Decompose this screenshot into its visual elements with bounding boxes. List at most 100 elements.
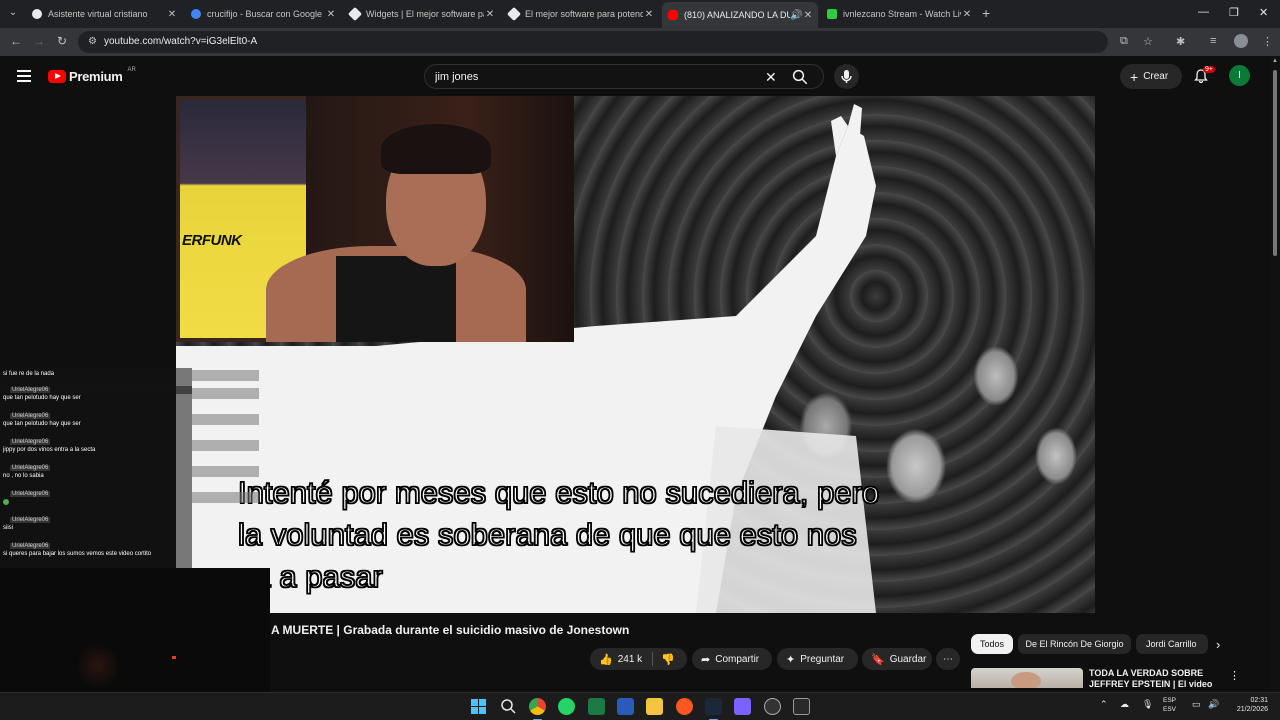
account-avatar[interactable]: I [1229, 65, 1250, 86]
tab-google-search[interactable]: crucifijo - Buscar con Google ✕ [185, 4, 341, 24]
obs-icon[interactable] [764, 698, 781, 715]
streamer-tank-top [336, 256, 456, 342]
save-button[interactable]: 🔖 Guardar [862, 648, 932, 670]
brave-icon[interactable] [676, 698, 693, 715]
close-tab-icon[interactable]: ✕ [166, 9, 178, 20]
more-actions-button[interactable]: ⋯ [936, 648, 960, 670]
address-bar[interactable]: ⚙ youtube.com/watch?v=iG3elElt0-A [78, 31, 1108, 53]
close-tab-icon[interactable]: ✕ [802, 10, 814, 21]
search-icon[interactable] [500, 698, 517, 715]
whatsapp-icon[interactable] [558, 698, 575, 715]
search-input[interactable] [435, 69, 755, 85]
share-button[interactable]: ➦ Compartir [692, 648, 772, 670]
close-tab-icon[interactable]: ✕ [484, 9, 496, 20]
windows-start-icon[interactable] [470, 698, 487, 715]
keyboard-layout: ESV [1163, 706, 1177, 713]
chat-text: que tan pelotudo hay que ser [3, 421, 81, 427]
scrollbar-thumb[interactable] [1273, 70, 1277, 256]
menu-icon[interactable] [17, 70, 31, 85]
microphone-icon[interactable] [834, 64, 859, 89]
bookmark-star-icon[interactable]: ☆ [1143, 35, 1153, 48]
recommendation-thumbnail[interactable] [971, 668, 1083, 688]
close-window-icon[interactable]: ✕ [1259, 6, 1268, 19]
reload-icon[interactable]: ↻ [57, 34, 67, 48]
search-icon[interactable] [791, 68, 809, 86]
chat-text: si queres para bajar los sumos vemos est… [3, 551, 152, 557]
like-count[interactable]: 241 k [618, 654, 642, 665]
back-icon[interactable]: ← [10, 34, 22, 48]
scroll-up-arrow-icon[interactable]: ▲ [1272, 58, 1278, 64]
tab-search-icon[interactable]: ⌄ [6, 5, 20, 21]
chat-bar [192, 414, 259, 425]
chat-message: UrielAlegre06 que tan pelotudo hay que s… [0, 412, 260, 438]
chip-jordi-carrillo[interactable]: Jordi Carrillo [1136, 634, 1208, 654]
tab-title: El mejor software para potencia [525, 9, 643, 19]
forward-icon[interactable]: → [33, 34, 45, 48]
language-indicator[interactable]: ESP ESV [1163, 696, 1176, 714]
chat-bar [192, 492, 259, 503]
profile-avatar[interactable] [1234, 34, 1248, 48]
page-scrollbar[interactable] [1270, 56, 1280, 692]
diamond-icon [506, 6, 522, 22]
extensions-icon[interactable]: ✱ [1176, 35, 1185, 48]
network-icon[interactable]: ▭ [1192, 699, 1201, 710]
close-tab-icon[interactable]: ✕ [961, 9, 973, 20]
streamer-hair [381, 124, 491, 174]
create-button[interactable]: + Crear [1120, 64, 1182, 89]
close-tab-icon[interactable]: ✕ [643, 9, 655, 20]
tab-software[interactable]: El mejor software para potencia ✕ [503, 4, 659, 24]
url-text[interactable]: youtube.com/watch?v=iG3elElt0-A [104, 36, 257, 47]
screen: ⌄ Asistente virtual cristiano ✕ crucifij… [0, 0, 1280, 720]
browser-menu-icon[interactable]: ⋮ [1262, 35, 1273, 48]
chat-username: UrielAlegre06 [10, 387, 51, 393]
chat-text: no , no lo sabia [3, 473, 44, 479]
divider [652, 652, 654, 666]
volume-icon[interactable]: 🔊 [1208, 699, 1219, 710]
ask-button[interactable]: ✦ Preguntar [777, 648, 858, 670]
video-player[interactable]: ERFUNK Intenté por meses que esto no suc… [176, 96, 1095, 613]
tab-youtube-active[interactable]: (810) ANALIZANDO LA DU 🔊 ✕ [662, 2, 818, 28]
minimize-icon[interactable]: — [1198, 6, 1209, 18]
site-info-icon[interactable]: ⚙ [88, 36, 97, 47]
country-code: AR [127, 66, 136, 73]
reading-list-icon[interactable]: ≡ [1210, 35, 1216, 47]
epic-games-icon[interactable] [793, 698, 810, 715]
led-light [172, 656, 176, 659]
speaker-icon[interactable]: 🔊 [790, 10, 802, 21]
chat-username: UrielAlegre06 [10, 517, 51, 523]
thumbs-down-icon[interactable]: 👎 [661, 653, 675, 666]
chevron-right-icon[interactable]: › [1216, 637, 1220, 652]
recommendation-title[interactable]: TODA LA VERDAD SOBRE JEFFREY EPSTEIN | E… [1089, 668, 1219, 690]
file-explorer-icon[interactable] [646, 698, 663, 715]
twitch-studio-icon[interactable] [734, 698, 751, 715]
thumbs-up-icon[interactable]: 👍 [599, 653, 613, 666]
tab-widgets[interactable]: Widgets | El mejor software pa ✕ [344, 4, 500, 24]
word-icon[interactable] [617, 698, 634, 715]
install-app-icon[interactable]: ⧉ [1120, 35, 1128, 48]
more-vertical-icon[interactable]: ⋮ [1229, 669, 1240, 682]
clock-time: 02:31 [1250, 697, 1268, 704]
tab-title: (810) ANALIZANDO LA DU [684, 10, 790, 20]
subtitle-line: la voluntad es soberana de que que esto … [237, 516, 857, 553]
excel-icon[interactable] [588, 698, 605, 715]
tab-asistente-virtual[interactable]: Asistente virtual cristiano ✕ [26, 4, 182, 24]
chat-username: UrielAlegre06 [10, 439, 51, 445]
chat-message: UrielAlegre06 que tan pelotudo hay que s… [0, 386, 260, 412]
chrome-icon[interactable] [529, 698, 546, 720]
mic-tray-icon[interactable]: 🎙 [1142, 699, 1153, 710]
new-tab-button[interactable]: + [982, 5, 990, 21]
chat-bar [192, 440, 259, 451]
tab-kick-stream[interactable]: ivnlezcano Stream - Watch Live ✕ [821, 4, 977, 24]
close-tab-icon[interactable]: ✕ [325, 9, 337, 20]
tray-overflow-icon[interactable]: ⌃ [1100, 699, 1108, 710]
system-clock[interactable]: 02:31 21/2/2026 [1228, 696, 1268, 714]
chip-el-rincon-de-giorgio[interactable]: De El Rincón De Giorgio [1018, 634, 1131, 654]
chip-todos[interactable]: Todos [971, 634, 1013, 654]
youtube-logo[interactable]: Premium AR [48, 66, 136, 84]
kick-icon [827, 9, 837, 19]
chat-username: UrielAlegre06 [10, 491, 51, 497]
clear-search-icon[interactable]: ✕ [765, 69, 777, 86]
maximize-icon[interactable]: ❐ [1229, 6, 1239, 19]
onedrive-icon[interactable]: ☁ [1120, 699, 1129, 710]
steam-icon[interactable] [705, 698, 722, 720]
